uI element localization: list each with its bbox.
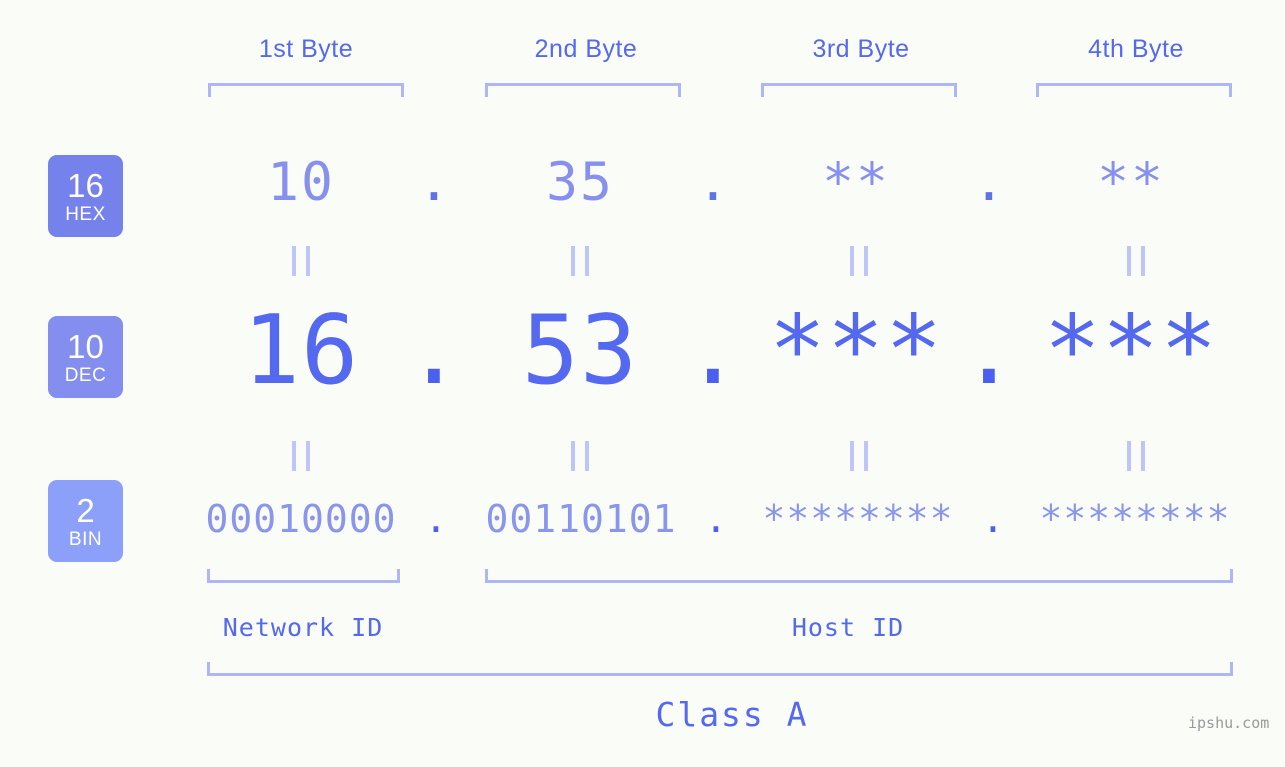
host-id-bracket — [485, 569, 1233, 583]
bin-separator-2: . — [704, 497, 728, 541]
network-id-label: Network ID — [222, 613, 384, 642]
bin-separator-1: . — [424, 497, 448, 541]
equals-mark-dec-bin-1 — [292, 441, 310, 471]
base-badge-hex-name: HEX — [65, 203, 106, 225]
bin-byte-3-value: ******** — [762, 497, 954, 541]
byte-header-4: 4th Byte — [1088, 35, 1184, 63]
hex-separator-2: . — [697, 152, 729, 213]
dec-separator-1: . — [405, 296, 463, 406]
network-id-bracket — [207, 569, 400, 583]
equals-mark-hex-dec-1 — [292, 246, 310, 276]
byte-header-1: 1st Byte — [258, 35, 354, 63]
base-badge-dec-name: DEC — [64, 364, 107, 386]
equals-mark-dec-bin-4 — [1127, 441, 1145, 471]
base-badge-dec: 10 DEC — [48, 316, 123, 398]
host-id-label: Host ID — [791, 613, 905, 642]
equals-mark-hex-dec-3 — [850, 246, 868, 276]
site-watermark: ipshu.com — [1188, 714, 1270, 732]
dec-byte-4-value: *** — [1043, 296, 1219, 406]
base-badge-bin: 2 BIN — [48, 480, 123, 562]
byte-bracket-2 — [485, 83, 681, 97]
hex-byte-1-value: 10 — [267, 152, 335, 213]
hex-byte-3-value: ** — [822, 152, 890, 213]
hex-separator-1: . — [418, 152, 450, 213]
byte-header-2: 2nd Byte — [534, 35, 638, 63]
bin-byte-1-value: 00010000 — [205, 497, 397, 541]
base-badge-hex-number: 16 — [67, 166, 104, 204]
equals-mark-hex-dec-2 — [571, 246, 589, 276]
hex-byte-2-value: 35 — [546, 152, 614, 213]
dec-separator-3: . — [960, 296, 1018, 406]
bin-byte-2-value: 00110101 — [485, 497, 677, 541]
bin-separator-3: . — [981, 497, 1005, 541]
class-label: Class A — [655, 695, 809, 734]
base-badge-bin-number: 2 — [76, 491, 95, 529]
hex-separator-3: . — [973, 152, 1005, 213]
class-bracket — [207, 662, 1233, 676]
byte-bracket-4 — [1036, 83, 1232, 97]
byte-bracket-3 — [761, 83, 957, 97]
ip-address-breakdown-diagram: 1st Byte 2nd Byte 3rd Byte 4th Byte 16 H… — [0, 0, 1285, 767]
dec-byte-1-value: 16 — [242, 296, 360, 406]
base-badge-dec-number: 10 — [67, 327, 104, 365]
equals-mark-hex-dec-4 — [1127, 246, 1145, 276]
base-badge-bin-name: BIN — [68, 528, 103, 550]
byte-bracket-1 — [208, 83, 404, 97]
dec-byte-2-value: 53 — [521, 296, 639, 406]
byte-header-3: 3rd Byte — [812, 35, 910, 63]
dec-byte-3-value: *** — [768, 296, 944, 406]
equals-mark-dec-bin-2 — [571, 441, 589, 471]
dec-separator-2: . — [684, 296, 742, 406]
base-badge-hex: 16 HEX — [48, 155, 123, 237]
equals-mark-dec-bin-3 — [850, 441, 868, 471]
hex-byte-4-value: ** — [1097, 152, 1165, 213]
bin-byte-4-value: ******** — [1039, 497, 1231, 541]
